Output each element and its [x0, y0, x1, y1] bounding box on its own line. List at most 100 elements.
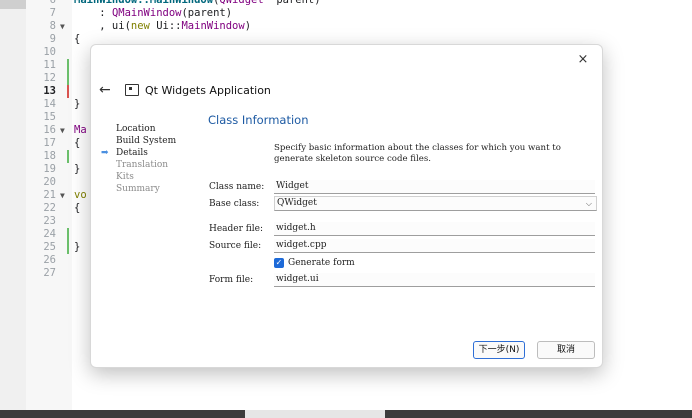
back-arrow-icon[interactable]: ← [99, 82, 115, 98]
wizard-title: Qt Widgets Application [145, 83, 271, 97]
code-token: { [74, 33, 81, 45]
line-number: 27 [43, 267, 56, 279]
code-token: Ui:: [149, 20, 182, 32]
code-token: : [74, 7, 112, 19]
section-description: Specify basic information about the clas… [274, 143, 561, 164]
code-text: Ma [74, 124, 87, 137]
line-number: 25 [43, 241, 56, 253]
code-text: { [74, 33, 80, 46]
line-number: 7 [49, 7, 56, 19]
step-summary: Summary [116, 184, 160, 194]
code-text: vo [74, 189, 87, 202]
code-token: MainWindow [181, 20, 245, 32]
code-text: } [74, 98, 80, 111]
line-number: 26 [43, 254, 56, 266]
close-button[interactable]: × [574, 51, 592, 69]
code-token: ) [244, 20, 252, 32]
code-token: Ma [74, 124, 87, 136]
code-token: } [74, 98, 81, 110]
line-number: 21 [43, 189, 56, 201]
line-number: 19 [43, 163, 56, 175]
line-number: 17 [43, 137, 56, 149]
change-marker [67, 85, 69, 98]
chevron-down-icon: ⌵ [585, 199, 592, 208]
class-name-label: Class name: [209, 182, 265, 192]
line-number: 20 [43, 176, 56, 188]
code-text: MainWindow::MainWindow(QWidget *parent) [74, 0, 321, 7]
form-file-row: Form file: [209, 273, 273, 287]
new-project-wizard-dialog: × ← Qt Widgets Application Location Buil… [90, 44, 603, 368]
fold-toggle-icon[interactable]: ▼ [60, 20, 65, 33]
step-kits: Kits [116, 172, 134, 182]
source-file-row: Source file: [209, 239, 273, 253]
generate-form-checkbox[interactable]: ✓ [274, 258, 284, 268]
ide-left-panel [0, 0, 26, 410]
line-number: 10 [43, 46, 56, 58]
ide-left-panel-header [0, 0, 26, 9]
taskbar-active-item[interactable] [245, 410, 385, 418]
source-file-label: Source file: [209, 241, 262, 251]
change-marker [67, 228, 69, 241]
code-token: (parent) [181, 7, 233, 19]
change-marker [67, 59, 69, 72]
fold-toggle-icon[interactable]: ▼ [60, 189, 65, 202]
line-number: 13 [43, 85, 56, 97]
code-text: : QMainWindow(parent) [74, 7, 232, 20]
code-token: { [74, 137, 81, 149]
line-number: 23 [43, 215, 56, 227]
change-marker [67, 72, 69, 85]
step-translation: Translation [116, 160, 169, 170]
line-number: 18 [43, 150, 56, 162]
line-number: 14 [43, 98, 56, 110]
code-token: *parent) [263, 0, 321, 6]
line-number: 24 [43, 228, 56, 240]
line-number: 11 [43, 59, 56, 71]
step-location: Location [116, 124, 156, 134]
section-title: Class Information [208, 113, 309, 127]
code-token: QMainWindow [111, 7, 182, 19]
code-text: } [74, 241, 80, 254]
line-number: 16 [43, 124, 56, 136]
class-name-row: Class name: [209, 180, 273, 194]
code-token: } [74, 163, 81, 175]
line-number: 9 [49, 33, 56, 45]
wizard-steps-list: Location Build System Details Translatio… [101, 123, 191, 195]
cancel-button[interactable]: 取消 [537, 341, 595, 359]
line-number: 15 [43, 111, 56, 123]
change-marker [67, 241, 69, 254]
code-token: MainWindow [149, 0, 214, 6]
base-class-row: Base class: [209, 197, 273, 211]
code-token: QWidget [219, 0, 264, 6]
line-number: 22 [43, 202, 56, 214]
base-class-select[interactable]: QWidget ⌵ [274, 196, 597, 211]
code-token: new [130, 20, 150, 32]
form-file-label: Form file: [209, 275, 254, 285]
source-file-input[interactable]: widget.cpp [274, 239, 595, 253]
code-token: , ui( [74, 20, 131, 32]
generate-form-label: Generate form [288, 258, 355, 268]
code-text: { [74, 137, 80, 150]
line-number: 6 [49, 0, 56, 6]
code-token: MainWindow:: [74, 0, 150, 6]
code-token: } [74, 241, 81, 253]
application-window-icon [125, 84, 139, 96]
line-number: 8 [49, 20, 56, 32]
change-marker [67, 150, 69, 163]
base-class-label: Base class: [209, 199, 260, 209]
header-file-label: Header file: [209, 224, 264, 234]
header-file-input[interactable]: widget.h [274, 222, 595, 236]
generate-form-row[interactable]: ✓ Generate form [274, 257, 355, 269]
fold-toggle-icon[interactable]: ▼ [60, 124, 65, 137]
code-text: { [74, 202, 80, 215]
code-token: { [74, 202, 81, 214]
code-token: vo [74, 189, 87, 201]
wizard-header: ← Qt Widgets Application [99, 81, 271, 99]
class-name-input[interactable]: Widget [274, 180, 595, 194]
line-number: 12 [43, 72, 56, 84]
step-build-system: Build System [116, 136, 177, 146]
next-button[interactable]: 下一步(N) [473, 341, 525, 359]
base-class-value: QWidget [277, 198, 317, 208]
form-file-input[interactable]: widget.ui [274, 273, 595, 287]
code-text: , ui(new Ui::MainWindow) [74, 20, 251, 33]
header-file-row: Header file: [209, 222, 273, 236]
